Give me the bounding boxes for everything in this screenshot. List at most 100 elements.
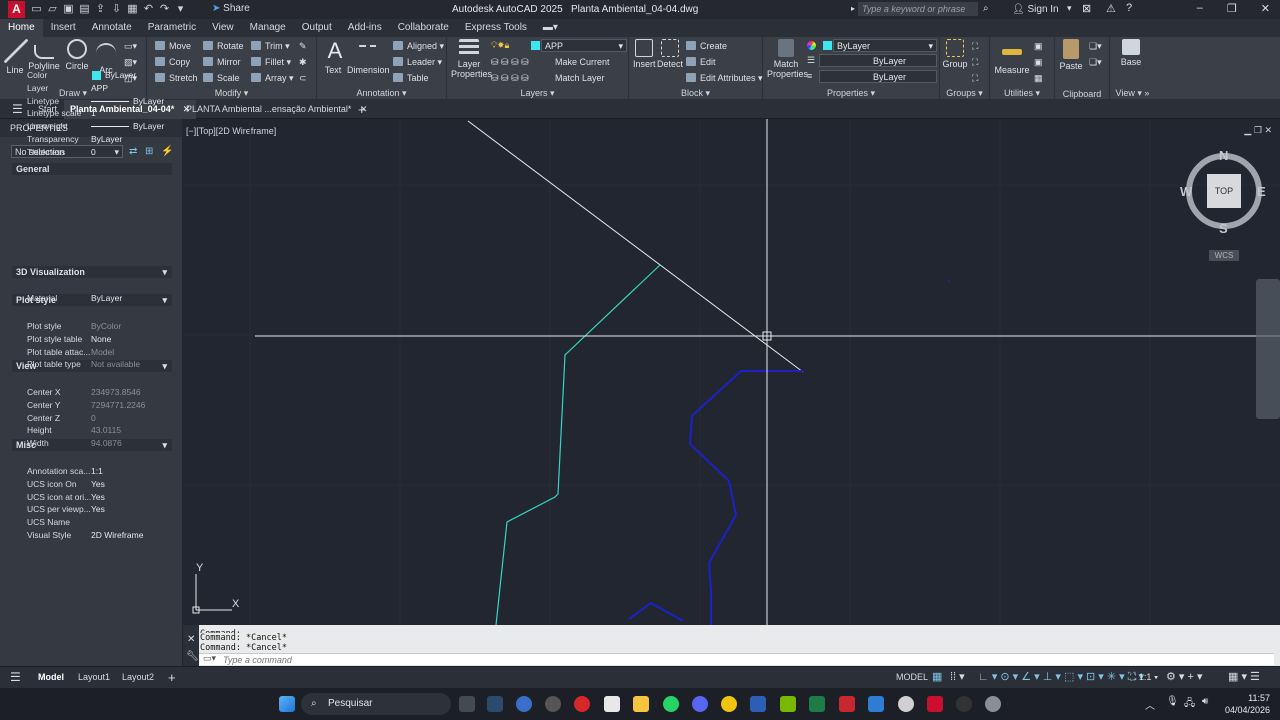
word-icon[interactable] [750, 696, 766, 712]
property-row[interactable]: Plot style table None [12, 333, 172, 346]
restore-icon[interactable]: ❐ [1254, 125, 1262, 135]
utility-icon-2[interactable]: ▣ [1034, 57, 1043, 68]
tab-insert[interactable]: Insert [43, 19, 84, 37]
store-icon[interactable] [868, 696, 884, 712]
volume-icon[interactable]: 🔊︎ [1202, 696, 1208, 707]
mirror-button[interactable]: Mirror [203, 57, 241, 67]
restore-icon[interactable]: ❐ [1227, 2, 1237, 15]
move-button[interactable]: Move [155, 41, 191, 51]
exchange-icon[interactable]: ⊠ [1082, 2, 1091, 15]
close-icon[interactable]: ✕ [1261, 2, 1270, 15]
property-row[interactable]: Color ByLayer [12, 69, 172, 82]
white-diagonal-line[interactable] [467, 120, 804, 373]
detect-button[interactable]: Detect [657, 39, 683, 69]
match-properties-button[interactable]: Match Properties [767, 39, 808, 79]
property-row[interactable]: Layer APP [12, 82, 172, 95]
command-input[interactable]: Type a command [199, 653, 1274, 665]
tab-planta-compensacao[interactable]: PLANTA Ambiental ...ensação Ambiental* ✕ [180, 100, 374, 119]
tab-parametric[interactable]: Parametric [140, 19, 204, 37]
tab-add-ins[interactable]: Add-ins [340, 19, 390, 37]
menu-icon[interactable]: ☰ [4, 667, 27, 688]
search-icon[interactable]: ⌕ [983, 3, 989, 14]
excel-icon[interactable] [809, 696, 825, 712]
steam-icon[interactable] [487, 696, 503, 712]
command-prompt-icon[interactable]: ▭▾ [203, 653, 216, 664]
property-row[interactable]: Plot table type Not available [12, 358, 172, 371]
calculator-icon[interactable]: ▦ [1034, 73, 1043, 84]
settings-icon[interactable] [985, 696, 1001, 712]
rotate-button[interactable]: Rotate [203, 41, 244, 51]
new-file-icon[interactable]: ▭ [30, 2, 43, 16]
property-row[interactable]: Height 43.0115 [12, 424, 172, 437]
create-block-button[interactable]: Create [686, 41, 727, 51]
hatch-icon[interactable]: ▨▾ [124, 57, 137, 68]
new-tab-icon[interactable]: + [352, 100, 372, 119]
sign-in-button[interactable]: 👤︎ Sign In [1012, 4, 1059, 15]
utilities-panel-title[interactable]: Utilities ▾ [990, 88, 1054, 99]
chevron-right-icon[interactable]: ▸ [851, 4, 855, 13]
property-row[interactable]: Center Y 7294771.2246 [12, 399, 172, 412]
dropdown-icon[interactable]: ▾ [174, 2, 187, 16]
tab-manage[interactable]: Manage [242, 19, 294, 37]
erase-icon[interactable]: ✎ [299, 41, 307, 52]
measure-button[interactable]: Measure [994, 39, 1030, 75]
layer-dropdown[interactable]: APP ▾ [541, 39, 627, 52]
section-general[interactable]: General [12, 163, 172, 175]
wrench-icon[interactable]: 🔧︎ [186, 651, 199, 662]
upload-icon[interactable]: ⇪ [94, 2, 107, 16]
minimize-icon[interactable]: – [1197, 2, 1203, 15]
windows-start-icon[interactable] [279, 696, 295, 712]
tab-view[interactable]: View [204, 19, 242, 37]
linetype-dropdown[interactable]: ByLayer [819, 54, 937, 67]
fullscreen-icon[interactable]: ▦ ▾ ☰ [1222, 667, 1266, 688]
microphone-icon[interactable]: 🎙︎ [1166, 696, 1179, 707]
make-current-button[interactable]: Make Current [555, 57, 610, 67]
command-line-handle[interactable]: ✕ 🔧︎ [183, 625, 199, 666]
tab-express-tools[interactable]: Express Tools [457, 19, 535, 37]
network-icon[interactable]: ⚠ [1106, 2, 1116, 15]
layer-state-icons[interactable]: 💡︎☀︎🔒︎ [491, 40, 509, 51]
block-panel-title[interactable]: Block ▾ [629, 88, 762, 99]
view-panel-title[interactable]: View ▾ » [1110, 88, 1155, 99]
property-row[interactable]: Annotation sca... 1:1 [12, 465, 172, 478]
taskbar-clock[interactable]: 11:57 04/04/2026 [1225, 692, 1270, 716]
edit-block-button[interactable]: Edit [686, 57, 716, 67]
whatsapp-icon[interactable] [663, 696, 679, 712]
network-icon[interactable]: 🖧︎ [1184, 696, 1195, 713]
tray-chevron-icon[interactable]: ︿ [1145, 697, 1155, 712]
text-button[interactable]: A Text [323, 39, 343, 76]
autocad-logo[interactable]: A [8, 1, 25, 18]
property-row[interactable]: Plot style ByColor [12, 320, 172, 333]
anydesk-icon[interactable] [839, 696, 855, 712]
polyline-button[interactable]: Polyline [28, 39, 60, 71]
close-icon[interactable]: ✕ [187, 634, 195, 645]
match-layer-button[interactable]: Match Layer [555, 73, 605, 83]
modify-panel-title[interactable]: Modify ▾ [147, 88, 316, 99]
settings-icon[interactable]: ⚙ ▾ + ▾ [1160, 667, 1209, 688]
property-row[interactable]: Visual Style 2D Wireframe [12, 529, 172, 542]
copy-clip-icon[interactable]: ❏▾ [1089, 41, 1102, 52]
cut-icon[interactable]: ❏▾ [1089, 57, 1102, 68]
property-row[interactable]: Lineweight ByLayer [12, 120, 172, 133]
viewcube-north[interactable]: N [1219, 148, 1228, 163]
viewcube-east[interactable]: E [1257, 184, 1266, 199]
trim-button[interactable]: Trim ▾ [251, 41, 290, 52]
cyan-polyline[interactable] [495, 264, 661, 625]
ribbon-toggle-icon[interactable]: ▬▾ [535, 19, 566, 37]
wcs-menu[interactable]: WCS [1209, 250, 1239, 261]
property-row[interactable]: UCS per viewp... Yes [12, 503, 172, 516]
edit-attributes-button[interactable]: Edit Attributes ▾ [686, 73, 763, 84]
save-icon[interactable]: ▣ [62, 2, 75, 16]
annotation-panel-title[interactable]: Annotation ▾ [317, 88, 446, 99]
fillet-button[interactable]: Fillet ▾ [251, 57, 291, 68]
properties-panel-title[interactable]: Properties ▾ [763, 88, 939, 99]
capcut-icon[interactable] [604, 696, 620, 712]
tab-home[interactable]: Home [0, 19, 43, 37]
file-explorer-icon[interactable] [633, 696, 649, 712]
property-row[interactable]: UCS icon at ori... Yes [12, 491, 172, 504]
leader-button[interactable]: Leader ▾ [393, 57, 442, 68]
snap-icon[interactable]: ⁞⁞ ▾ [944, 667, 971, 688]
epic-games-icon[interactable] [459, 696, 475, 712]
minimize-icon[interactable]: ▁ [1244, 125, 1251, 135]
discord-icon[interactable] [692, 696, 708, 712]
